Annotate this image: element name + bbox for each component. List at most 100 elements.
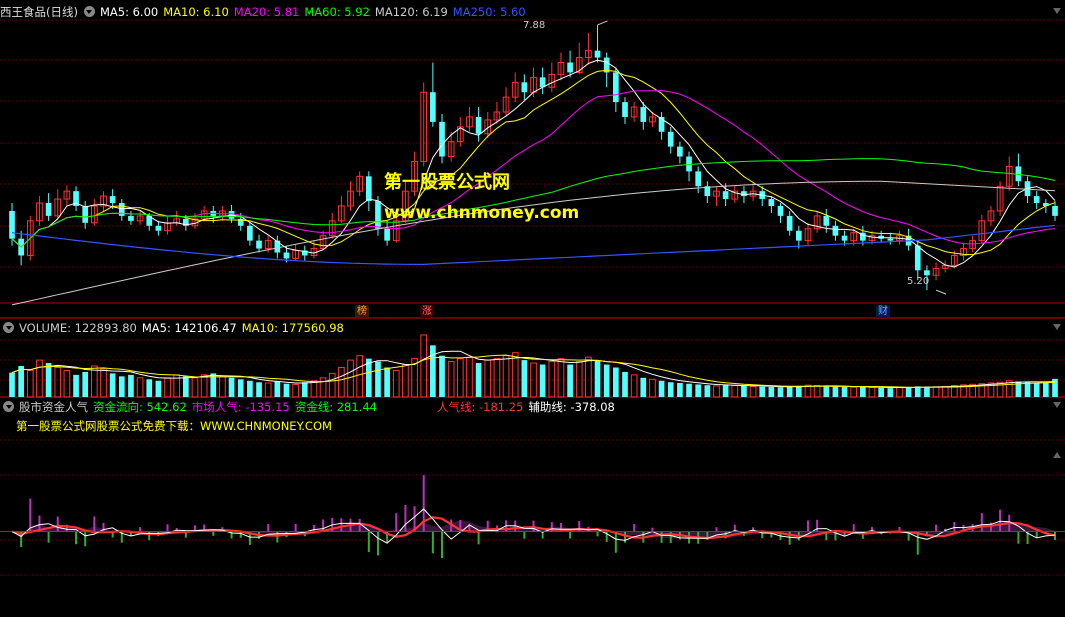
chevron-down-icon[interactable] [3,401,14,412]
volume-bar [136,377,144,398]
volume-bar [439,355,445,397]
fund-line-label: 资金线: 281.44 [294,400,377,414]
candle-body [521,82,528,93]
volume-bar [182,376,189,397]
volume-bar [731,384,739,398]
volume-bar [878,387,885,397]
pane-resize-icon[interactable] [1053,8,1061,14]
volume-bar [319,377,327,398]
event-tag-limit-up[interactable]: 涨 [420,305,434,318]
volume-bar [301,382,308,397]
volume-ma10-label: MA10: 177560.98 [241,321,344,335]
candle-body [384,228,390,241]
volume-bar [109,373,116,397]
candle-body [795,230,802,241]
chevron-down-icon[interactable] [83,6,95,17]
candle-body [274,240,281,253]
volume-bar [622,371,628,397]
volume-pane-header: VOLUME: 122893.80 MA5: 142106.47 MA10: 177… [0,320,349,336]
volume-bar [26,369,34,398]
volume-bar [813,384,821,398]
volume-bar [283,383,290,397]
volume-bar [924,386,930,397]
candle-body [430,92,436,122]
ma-line-ma10 [11,69,1056,256]
volume-bar [392,369,400,398]
candle-body [777,206,784,216]
volume-bar [741,385,747,397]
volume-bar [786,386,793,397]
candle-body [594,50,601,58]
candle-body [722,191,729,200]
volume-bar [667,382,674,397]
volume-bar [466,356,473,398]
candle-body [365,176,372,202]
chevron-down-icon[interactable] [3,322,14,333]
volume-bar [475,363,482,397]
volume-bar [841,386,848,397]
candle-body [677,146,683,157]
volume-bar [603,364,610,397]
candle-body [45,203,52,216]
ma5-label: MA5: 6.00 [99,5,159,19]
volume-bar [823,386,830,397]
volume-bar [686,383,692,397]
candle-body [695,171,702,187]
volume-bar [640,377,647,397]
volume-bar [356,355,364,398]
sentiment-line-label: 人气线: -181.25 [436,400,524,414]
volume-bar [575,361,583,398]
volume-bar [18,366,24,397]
event-tag-list[interactable]: 榜 [355,305,369,318]
watermark-title: 第一股票公式网 [384,172,510,193]
volume-bar [713,385,720,398]
ma120-label: MA120: 6.19 [374,5,448,19]
candle-body [155,225,162,231]
volume-bar [511,352,519,398]
candle-body [1033,196,1040,204]
volume-bar [256,382,262,397]
volume-bar [146,379,153,397]
candle-body [832,225,839,236]
volume-bar [521,360,528,397]
ma250-label: MA250: 5.60 [452,5,526,19]
indicator-title: 股市资金人气 [19,400,88,414]
candle-body [741,191,747,197]
pane-resize-icon[interactable] [1053,324,1061,330]
volume-bar [557,358,565,398]
pane-resize-icon[interactable] [1053,452,1061,458]
volume-bar [914,386,921,397]
candle-body [128,215,134,221]
volume-bar [247,380,253,397]
volume-bar [484,359,492,398]
high-pointer [597,20,608,26]
pane-resize-icon[interactable] [1053,402,1061,408]
volume-bar [456,358,464,398]
volume-bar [338,366,345,398]
stock-title: 西王食品(日线) [0,5,78,19]
candle-body [887,238,894,241]
volume-bar [850,386,858,398]
candle-body [475,116,482,134]
volume-bar [1043,382,1049,397]
volume-bar [164,377,171,398]
volume-bar [155,380,162,397]
volume-bar [795,385,802,397]
volume-bar [502,355,510,398]
volume-bar [868,386,876,398]
candle-body [247,225,253,241]
candle-body [9,210,15,239]
volume-bar [200,374,208,398]
volume-bar [887,388,894,397]
volume-bar [594,360,601,397]
volume-bar [613,367,619,397]
volume-bar [128,374,134,397]
auxiliary-line-label: 辅助线: -378.08 [528,400,615,414]
event-tag-finance[interactable]: 财 [876,305,890,318]
candle-body [768,199,775,206]
volume-bar [1024,382,1031,397]
indicator-pane-header: 股市资金人气 资金流向: 542.62 市场人气: -135.15 资金线: 281.… [0,399,620,415]
volume-bar [722,385,729,397]
volume-bar [832,386,839,397]
low-price-marker: 5.20 [907,276,930,287]
